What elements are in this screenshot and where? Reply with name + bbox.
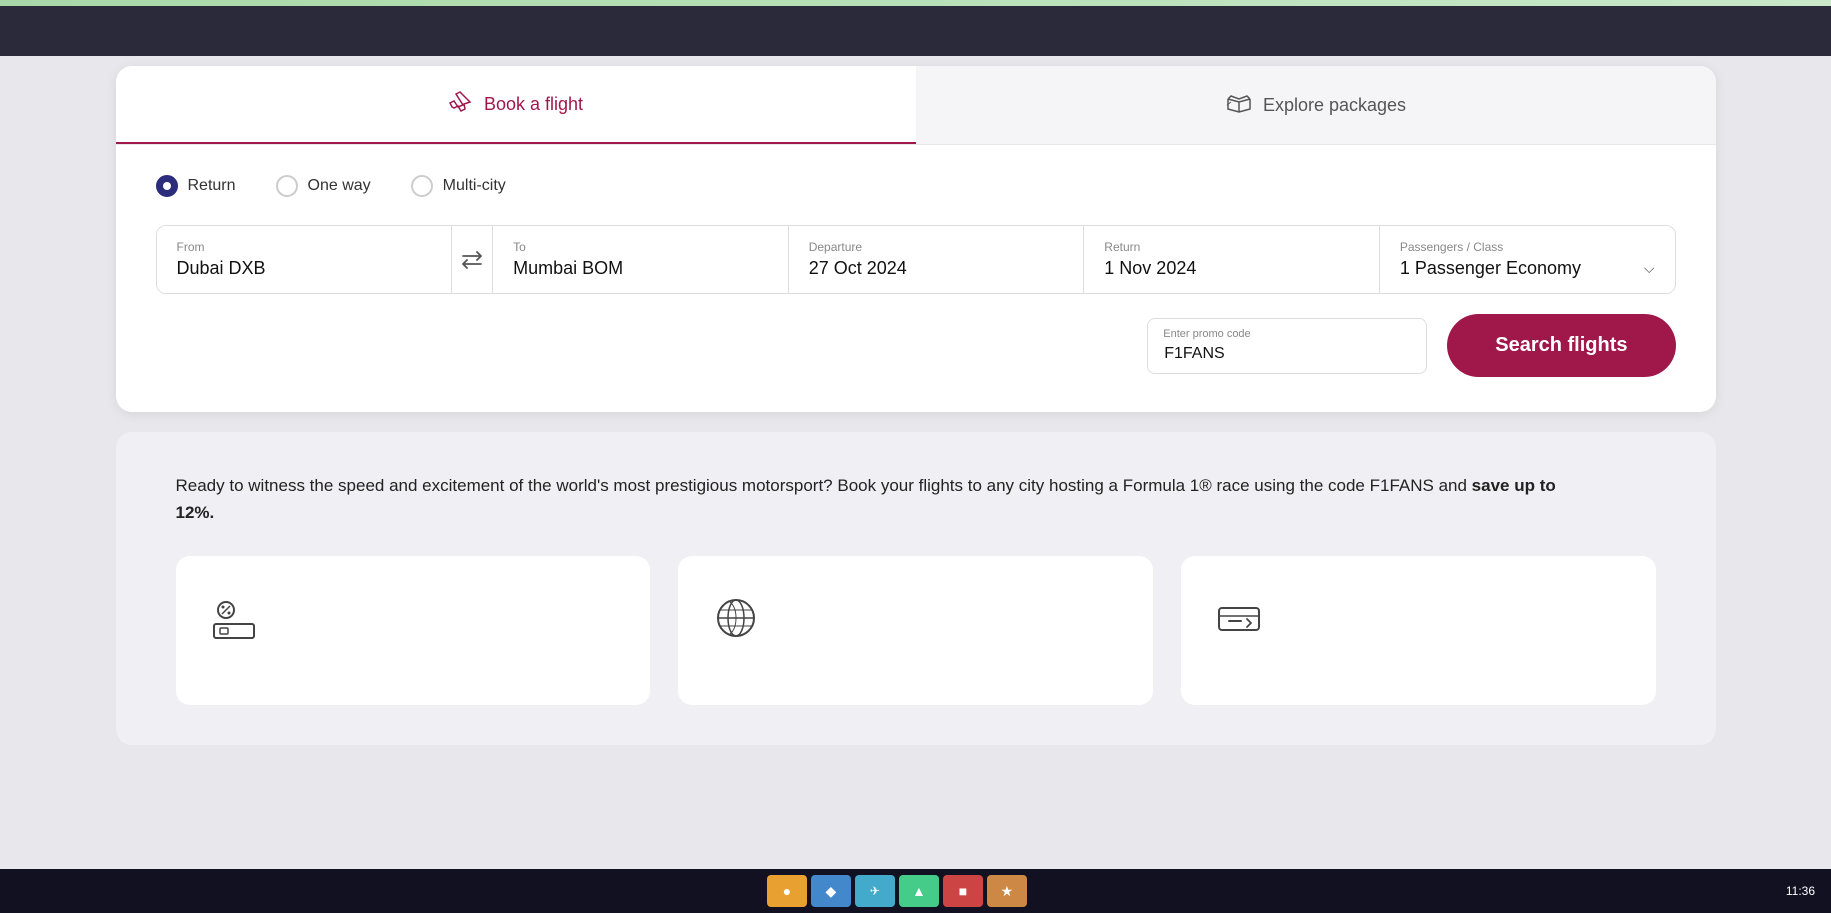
plane-icon xyxy=(448,90,474,118)
radio-return-label: Return xyxy=(188,177,236,195)
lower-section: Ready to witness the speed and excitemen… xyxy=(116,432,1716,745)
info-card-ticket xyxy=(1181,556,1656,705)
taskbar-icon-2[interactable]: ◆ xyxy=(811,875,851,907)
radio-multi-city[interactable]: Multi-city xyxy=(411,175,506,197)
promo-input-wrap: Enter promo code xyxy=(1147,318,1427,374)
radio-one-way-label: One way xyxy=(308,177,371,195)
search-flights-button[interactable]: Search flights xyxy=(1447,314,1675,377)
radio-circle-one-way xyxy=(276,175,298,197)
return-label: Return xyxy=(1104,240,1359,254)
fields-row: From Dubai DXB To Mumbai BOM xyxy=(156,225,1676,294)
taskbar-icon-3[interactable]: ✈ xyxy=(855,875,895,907)
radio-one-way[interactable]: One way xyxy=(276,175,371,197)
to-field[interactable]: To Mumbai BOM xyxy=(493,226,789,293)
taskbar-icon-6[interactable]: ★ xyxy=(987,875,1027,907)
ticket-icon xyxy=(1213,592,1265,655)
trip-type-row: Return One way Multi-city xyxy=(156,175,1676,197)
globe-icon xyxy=(710,592,762,655)
promo-text-part1: Ready to witness the speed and excitemen… xyxy=(176,476,1472,495)
promo-label: Enter promo code xyxy=(1163,328,1250,340)
packages-icon xyxy=(1225,91,1253,119)
return-field[interactable]: Return 1 Nov 2024 xyxy=(1084,226,1380,293)
chevron-down-icon: ⌵ xyxy=(1644,260,1655,277)
passengers-field[interactable]: Passengers / Class 1 Passenger Economy ⌵ xyxy=(1380,226,1675,293)
swap-button[interactable] xyxy=(452,226,493,293)
radio-circle-return xyxy=(156,175,178,197)
departure-value: 27 Oct 2024 xyxy=(809,258,1064,279)
taskbar-icon-5[interactable]: ■ xyxy=(943,875,983,907)
passengers-value-row: 1 Passenger Economy ⌵ xyxy=(1400,258,1655,279)
radio-circle-multi-city xyxy=(411,175,433,197)
passengers-value: 1 Passenger Economy xyxy=(1400,258,1581,279)
to-value: Mumbai BOM xyxy=(513,258,768,279)
info-cards-row xyxy=(176,556,1656,705)
taskbar-app-icons: ● ◆ ✈ ▲ ■ ★ xyxy=(16,875,1778,907)
departure-field[interactable]: Departure 27 Oct 2024 xyxy=(789,226,1085,293)
tab-book-flight[interactable]: Book a flight xyxy=(116,66,916,144)
passengers-label: Passengers / Class xyxy=(1400,240,1655,254)
action-row: Enter promo code Search flights xyxy=(156,314,1676,377)
from-label: From xyxy=(177,240,432,254)
tab-explore-packages[interactable]: Explore packages xyxy=(916,66,1716,144)
info-card-globe xyxy=(678,556,1153,705)
departure-label: Departure xyxy=(809,240,1064,254)
dark-header xyxy=(0,6,1831,56)
promo-input[interactable] xyxy=(1147,318,1427,374)
from-value: Dubai DXB xyxy=(177,258,432,279)
taskbar: ● ◆ ✈ ▲ ■ ★ 11:36 xyxy=(0,869,1831,913)
taskbar-icon-4[interactable]: ▲ xyxy=(899,875,939,907)
radio-return[interactable]: Return xyxy=(156,175,236,197)
taskbar-time: 11:36 xyxy=(1786,884,1815,898)
tab-book-flight-label: Book a flight xyxy=(484,94,583,115)
info-card-discount xyxy=(176,556,651,705)
taskbar-icon-1[interactable]: ● xyxy=(767,875,807,907)
to-label: To xyxy=(513,240,768,254)
return-value: 1 Nov 2024 xyxy=(1104,258,1359,279)
booking-card: Book a flight Explore packages Return xyxy=(116,66,1716,412)
booking-tabs: Book a flight Explore packages xyxy=(116,66,1716,145)
discount-icon xyxy=(208,592,260,655)
booking-body: Return One way Multi-city From Dubai DXB xyxy=(116,145,1716,412)
promo-description: Ready to witness the speed and excitemen… xyxy=(176,472,1576,526)
from-field[interactable]: From Dubai DXB xyxy=(157,226,453,293)
radio-multi-city-label: Multi-city xyxy=(443,177,506,195)
tab-explore-packages-label: Explore packages xyxy=(1263,95,1406,116)
search-flights-label: Search flights xyxy=(1495,334,1627,356)
